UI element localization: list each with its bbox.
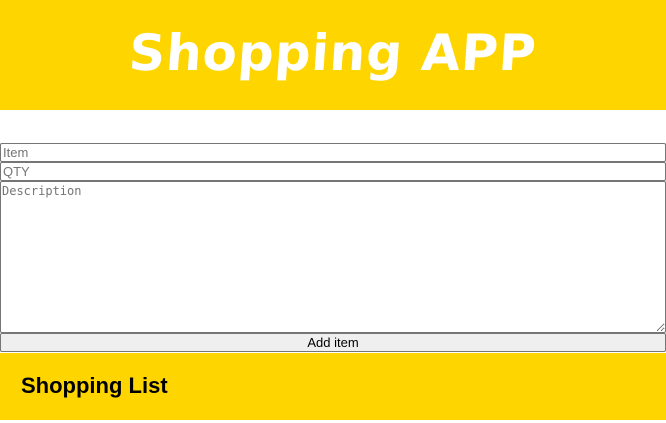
shopping-list-section: Shopping List — [0, 353, 666, 420]
item-input[interactable] — [0, 143, 666, 162]
app-title: Shopping APP — [127, 24, 539, 82]
qty-input[interactable] — [0, 162, 666, 181]
shopping-list-title: Shopping List — [21, 373, 168, 398]
description-textarea[interactable] — [0, 181, 666, 333]
add-item-button[interactable]: Add item — [0, 333, 666, 352]
add-item-form: Add item — [0, 143, 666, 352]
app-header: Shopping APP — [0, 0, 666, 110]
